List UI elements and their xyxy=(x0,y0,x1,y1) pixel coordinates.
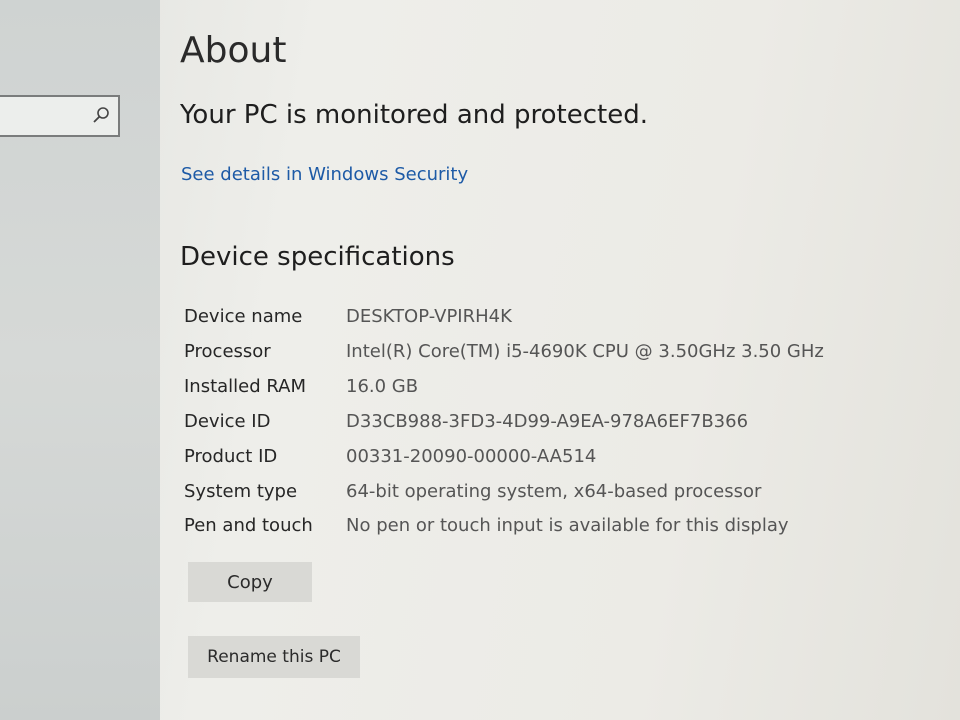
search-input[interactable] xyxy=(0,95,120,137)
spec-value: No pen or touch input is available for t… xyxy=(346,515,789,536)
spec-row-pen-and-touch: Pen and touch No pen or touch input is a… xyxy=(184,515,924,541)
spec-label: Installed RAM xyxy=(184,376,307,397)
spec-label: Pen and touch xyxy=(184,515,313,536)
copy-button[interactable]: Copy xyxy=(188,562,312,602)
windows-security-link[interactable]: See details in Windows Security xyxy=(181,164,468,185)
spec-label: System type xyxy=(184,481,298,502)
spec-row-device-id: Device ID D33CB988-3FD3-4D99-A9EA-978A6E… xyxy=(184,411,924,437)
spec-row-product-id: Product ID 00331-20090-00000-AA514 xyxy=(184,446,924,472)
protection-status-text: Your PC is monitored and protected. xyxy=(180,100,648,130)
spec-row-processor: Processor Intel(R) Core(TM) i5-4690K CPU… xyxy=(184,341,924,367)
rename-pc-button[interactable]: Rename this PC xyxy=(188,636,360,678)
spec-label: Processor xyxy=(184,341,271,362)
device-specifications-heading: Device specifications xyxy=(180,242,455,272)
spec-label: Product ID xyxy=(184,446,278,467)
spec-label: Device name xyxy=(184,306,303,327)
page-title: About xyxy=(180,30,287,71)
spec-value: 64-bit operating system, x64-based proce… xyxy=(346,481,762,502)
spec-value: DESKTOP-VPIRH4K xyxy=(346,306,512,327)
spec-value: Intel(R) Core(TM) i5-4690K CPU @ 3.50GHz… xyxy=(346,341,824,362)
navigation-pane xyxy=(0,0,160,720)
spec-row-installed-ram: Installed RAM 16.0 GB xyxy=(184,376,924,402)
spec-label: Device ID xyxy=(184,411,271,432)
spec-value: 00331-20090-00000-AA514 xyxy=(346,446,597,467)
search-icon[interactable] xyxy=(92,106,110,124)
spec-row-device-name: Device name DESKTOP-VPIRH4K xyxy=(184,306,924,332)
spec-value: 16.0 GB xyxy=(346,376,419,397)
about-page: About Your PC is monitored and protected… xyxy=(180,0,940,720)
spec-value: D33CB988-3FD3-4D99-A9EA-978A6EF7B366 xyxy=(346,411,749,432)
spec-row-system-type: System type 64-bit operating system, x64… xyxy=(184,481,924,507)
